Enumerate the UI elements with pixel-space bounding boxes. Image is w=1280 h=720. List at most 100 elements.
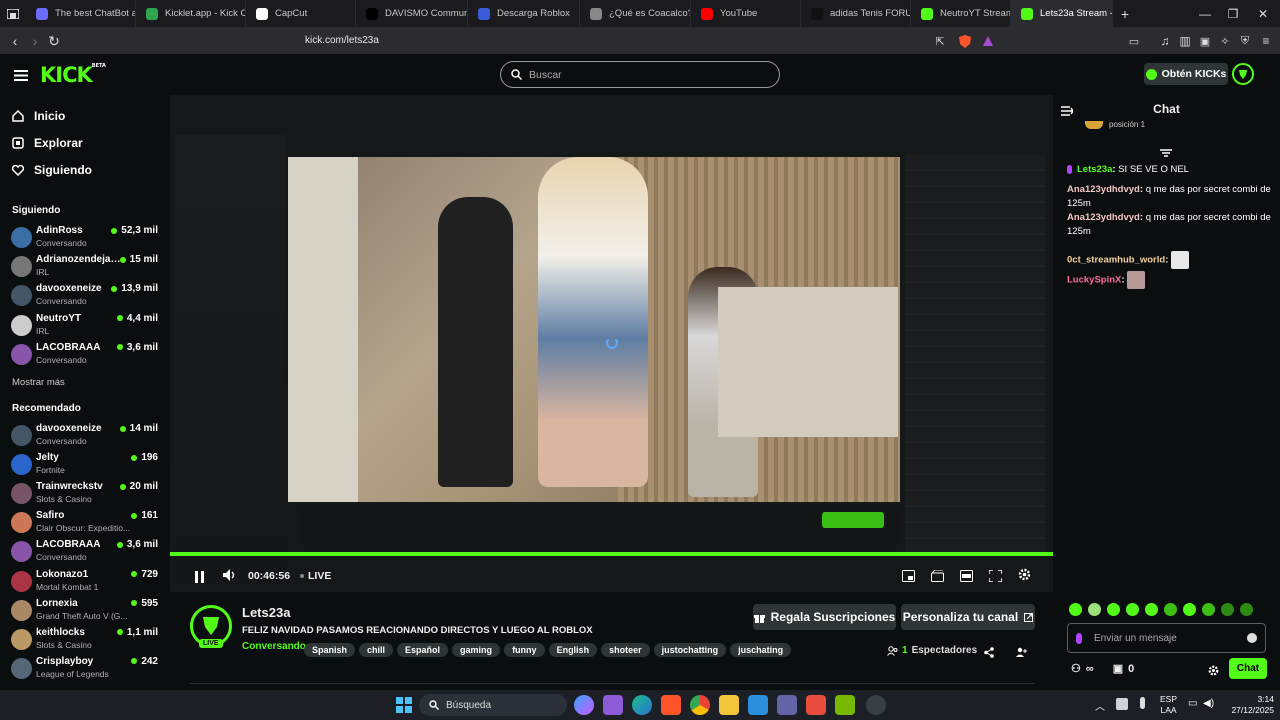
- emote-icon[interactable]: [1088, 603, 1101, 616]
- stream-tag[interactable]: justochatting: [653, 643, 727, 657]
- music-icon[interactable]: ♫: [1155, 31, 1175, 51]
- sidebar-channel[interactable]: LACOBRAAA Conversando 3,6 mil: [10, 537, 160, 565]
- file-explorer-icon[interactable]: [719, 695, 739, 715]
- stream-tag[interactable]: chill: [359, 643, 394, 657]
- new-tab-button[interactable]: +: [1113, 6, 1137, 22]
- stream-tag[interactable]: Spanish: [304, 643, 356, 657]
- browser-tab[interactable]: ¿Qué es Coacalco?: [580, 0, 691, 27]
- emote-icon[interactable]: [1164, 603, 1177, 616]
- search-input[interactable]: Buscar: [500, 61, 780, 88]
- browser-tab[interactable]: YouTube: [691, 0, 801, 27]
- browser-tab[interactable]: NeutroYT Stream: [911, 0, 1011, 27]
- emote-icon[interactable]: [1202, 603, 1215, 616]
- microphone-icon[interactable]: [1076, 632, 1082, 644]
- chat-username[interactable]: Lets23a: [1077, 164, 1112, 175]
- menu-icon[interactable]: ≡: [1256, 31, 1276, 51]
- vpn-icon[interactable]: ⛨: [1235, 31, 1255, 51]
- stream-tag[interactable]: Español: [397, 643, 449, 657]
- sidebar-channel[interactable]: Lokonazo1 Mortal Kombat 1 729: [10, 567, 160, 595]
- stream-tag[interactable]: funny: [504, 643, 545, 657]
- customize-channel-button[interactable]: Personaliza tu canal: [901, 604, 1035, 630]
- emoji-icon[interactable]: [1247, 633, 1257, 643]
- users-icon[interactable]: ⚇: [1071, 662, 1081, 675]
- tray-chevron-icon[interactable]: ︿: [1095, 698, 1105, 713]
- start-icon[interactable]: [396, 697, 412, 718]
- sidebar-channel[interactable]: Safiro Clair Obscur: Expeditio... 161: [10, 508, 160, 536]
- tray-mic-icon[interactable]: [1140, 697, 1145, 709]
- emote-icon[interactable]: [1145, 603, 1158, 616]
- browser-tab[interactable]: Kicklet.app - Kick Cha: [136, 0, 246, 27]
- sidebar-channel[interactable]: Adrianozendejas... IRL 15 mil: [10, 252, 160, 280]
- clip-icon[interactable]: [931, 569, 944, 587]
- follow-icon[interactable]: [1016, 645, 1027, 663]
- tray-network-icon[interactable]: [1116, 698, 1128, 710]
- visual-studio-icon[interactable]: [603, 695, 623, 715]
- wallet-icon[interactable]: ▣: [1195, 31, 1215, 51]
- rewards-icon[interactable]: [978, 31, 998, 51]
- close-window-icon[interactable]: ✕: [1248, 0, 1278, 27]
- sidebar-channel[interactable]: Crisplayboy League of Legends 242: [10, 654, 160, 682]
- sidebar-toggle-icon[interactable]: ▭: [1124, 31, 1144, 51]
- sidebar-channel[interactable]: Lornexia Grand Theft Auto V (G... 595: [10, 596, 160, 624]
- browser-tab[interactable]: DAVISMO Community: [356, 0, 468, 27]
- chat-send-button[interactable]: Chat: [1229, 658, 1267, 679]
- browser-tab[interactable]: Lets23a Stream -×: [1011, 0, 1113, 27]
- sidebar-channel[interactable]: AdinRoss Conversando 52,3 mil: [10, 223, 160, 251]
- back-icon[interactable]: ‹: [5, 31, 25, 51]
- maximize-icon[interactable]: ❐: [1218, 0, 1248, 27]
- tray-wifi-icon[interactable]: ▭: [1188, 698, 1197, 709]
- pin-toggle-icon[interactable]: [1160, 145, 1172, 163]
- video-player[interactable]: [170, 95, 1053, 592]
- stream-tag[interactable]: English: [548, 643, 598, 657]
- sidebar-channel[interactable]: Jelty Fortnite 196: [10, 450, 160, 478]
- edge-icon[interactable]: [632, 695, 652, 715]
- browser-menu-icon[interactable]: [0, 0, 26, 27]
- stream-category[interactable]: Conversando: [242, 641, 306, 652]
- leo-icon[interactable]: ✧: [1215, 31, 1235, 51]
- sidebar-channel[interactable]: NeutroYT IRL 4,4 mil: [10, 311, 160, 339]
- copilot-icon[interactable]: [574, 695, 594, 715]
- emote-icon[interactable]: [1107, 603, 1120, 616]
- nav-siguiendo[interactable]: Siguiendo: [12, 161, 92, 179]
- panel-icon[interactable]: ▥: [1175, 31, 1195, 51]
- minimize-icon[interactable]: —: [1190, 0, 1220, 27]
- chat-username[interactable]: Ana123ydhdvyd: [1067, 184, 1140, 195]
- tray-volume-icon[interactable]: ◀): [1203, 698, 1214, 709]
- video-progress-bar[interactable]: [170, 552, 1053, 556]
- chat-input[interactable]: Enviar un mensaje: [1067, 623, 1266, 653]
- browser-tab[interactable]: Descarga Roblox: [468, 0, 580, 27]
- sidebar-channel[interactable]: keithlocks Slots & Casino 1,1 mil: [10, 625, 160, 653]
- brave-shield-icon[interactable]: [955, 31, 975, 51]
- brave-icon[interactable]: [661, 695, 681, 715]
- forward-icon[interactable]: ›: [25, 31, 45, 51]
- teams-icon[interactable]: [777, 695, 797, 715]
- channel-points-icon[interactable]: ▣: [1113, 662, 1123, 675]
- get-kicks-button[interactable]: Obtén KICKs: [1144, 63, 1228, 85]
- sidebar-channel[interactable]: Trainwreckstv Slots & Casino 20 mil: [10, 479, 160, 507]
- user-avatar[interactable]: [1232, 63, 1254, 85]
- pause-icon[interactable]: [194, 570, 205, 583]
- share-icon[interactable]: ⇱: [930, 31, 950, 51]
- emote-icon[interactable]: [1183, 603, 1196, 616]
- url-field[interactable]: kick.com/lets23a: [250, 29, 1000, 52]
- show-more-link[interactable]: Mostrar más: [12, 377, 65, 388]
- reload-icon[interactable]: ↻: [44, 31, 64, 51]
- emote-icon[interactable]: [1126, 603, 1139, 616]
- clock[interactable]: 3:14 27/12/2025: [1226, 694, 1274, 716]
- nav-inicio[interactable]: Inicio: [12, 107, 65, 125]
- app-icon[interactable]: [866, 695, 886, 715]
- theater-icon[interactable]: [960, 569, 973, 587]
- kick-logo[interactable]: KICKBETA: [40, 63, 106, 87]
- browser-tab[interactable]: adidas Tenis FORUM3: [801, 0, 911, 27]
- office-icon[interactable]: [806, 695, 826, 715]
- browser-tab[interactable]: The best ChatBot and: [26, 0, 136, 27]
- chat-username[interactable]: Ana123ydhdvyd: [1067, 212, 1140, 223]
- chat-settings-icon[interactable]: [1208, 663, 1219, 681]
- taskbar-search[interactable]: Búsqueda: [419, 694, 567, 716]
- nvidia-icon[interactable]: [835, 695, 855, 715]
- pip-icon[interactable]: [902, 569, 915, 587]
- chat-username[interactable]: LuckySpinX: [1067, 275, 1121, 286]
- hamburger-icon[interactable]: [14, 68, 28, 81]
- emote-icon[interactable]: [1069, 603, 1082, 616]
- stream-tag[interactable]: juschating: [730, 643, 792, 657]
